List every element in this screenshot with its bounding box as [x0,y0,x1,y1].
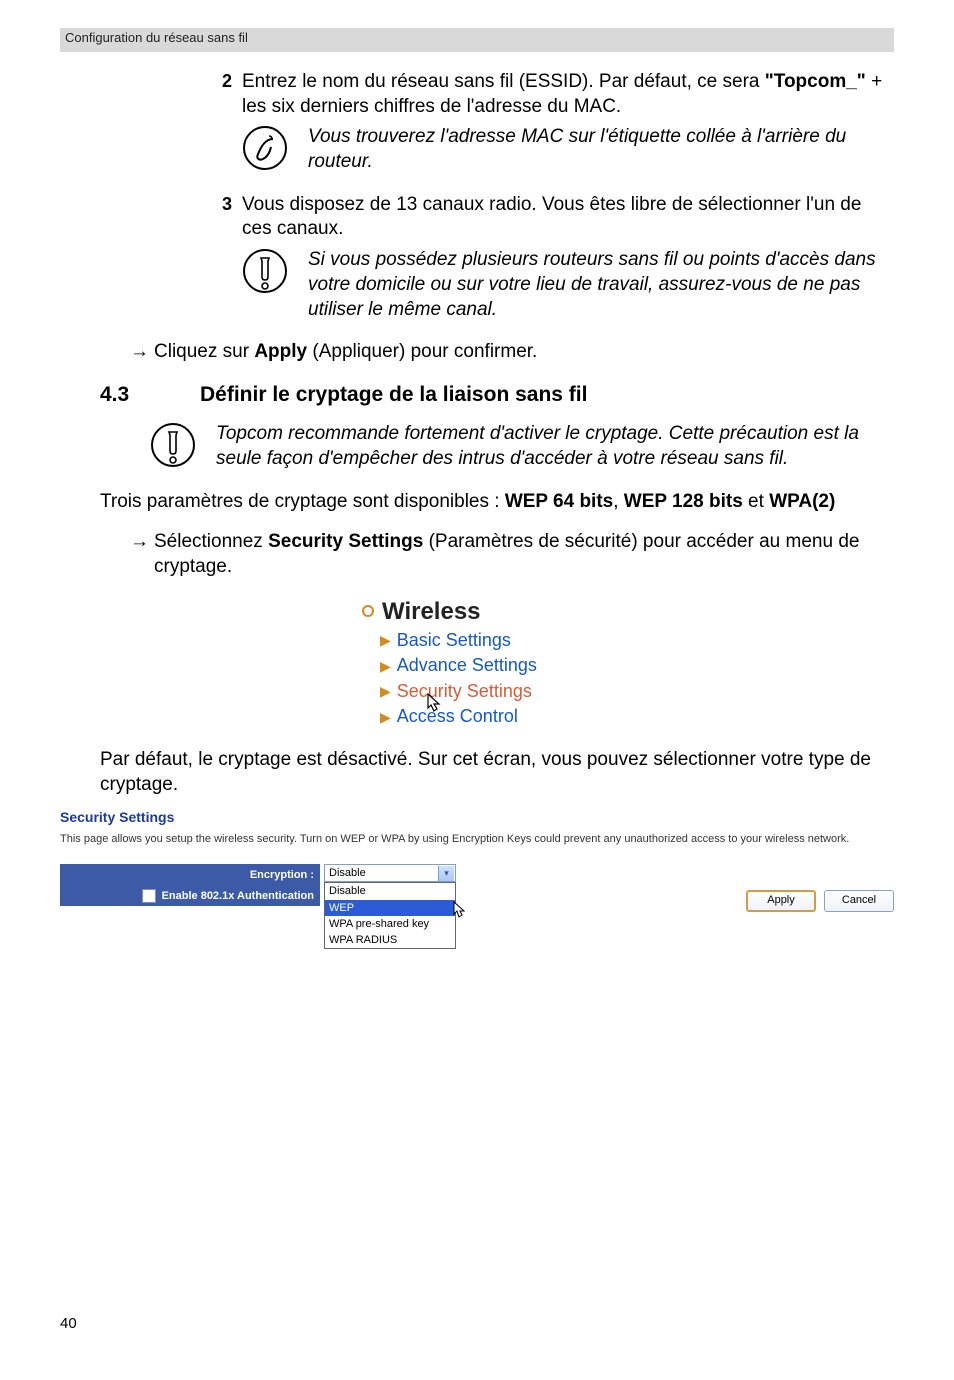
encryption-dropdown[interactable]: Disable WEP WPA pre-shared key WPA RADIU… [324,882,456,949]
triangle-icon: ▶ [380,682,391,700]
wireless-menu-item-label: Access Control [397,705,518,728]
select-instruction: → Sélectionnez Security Settings (Paramè… [130,530,894,579]
cipher-b1: WEP 64 bits [505,491,613,512]
wireless-menu-item-label: Basic Settings [397,629,511,652]
cipher-b3: WPA(2) [769,491,835,512]
auth-checkbox[interactable] [142,889,156,903]
wireless-menu-title: Wireless [382,596,481,627]
step-2-text: Entrez le nom du réseau sans fil (ESSID)… [242,70,894,119]
section-number: 4.3 [100,381,200,408]
wireless-menu-item-access[interactable]: ▶ Access Control [380,705,592,728]
security-settings-screenshot: Security Settings This page allows you s… [60,808,894,934]
wireless-menu-item-label: Advance Settings [397,654,537,677]
wireless-menu-item-basic[interactable]: ▶ Basic Settings [380,629,592,652]
apply-post: (Appliquer) pour confirmer. [307,341,537,362]
wireless-bullet-icon [362,605,374,617]
step-2: 2 Entrez le nom du réseau sans fil (ESSI… [212,70,894,119]
step-3-note: Si vous possédez plusieurs routeurs sans… [242,248,894,322]
note-icon [242,125,288,171]
triangle-icon: ▶ [380,631,391,649]
section-note: Topcom recommande fortement d'activer le… [150,422,894,471]
apply-bold: Apply [254,341,307,362]
encryption-option-disable[interactable]: Disable [325,883,455,899]
default-paragraph: Par défaut, le cryptage est désactivé. S… [100,748,894,797]
cursor-icon [452,900,468,928]
cancel-button[interactable]: Cancel [824,890,894,912]
cipher-b2: WEP 128 bits [624,491,743,512]
warning-icon [242,248,288,294]
page-header: Configuration du réseau sans fil [60,28,894,52]
triangle-icon: ▶ [380,657,391,675]
arrow-icon: → [130,340,148,365]
select-bold: Security Settings [268,531,423,552]
encryption-label: Encryption : [250,868,314,882]
encryption-option-wpa-psk[interactable]: WPA pre-shared key [325,916,455,932]
step-2-number: 2 [212,70,232,93]
step-3: 3 Vous disposez de 13 canaux radio. Vous… [212,193,894,242]
encryption-select[interactable]: Disable ▾ [324,864,456,882]
arrow-icon: → [130,530,148,555]
apply-pre: Cliquez sur [154,341,254,362]
wireless-menu-screenshot: Wireless ▶ Basic Settings ▶ Advance Sett… [362,596,592,729]
step-3-number: 3 [212,193,232,216]
apply-button[interactable]: Apply [746,890,816,912]
encryption-select-wrap: Disable ▾ Disable WEP WPA pre-shared key… [324,864,456,882]
step-2-text-a: Entrez le nom du réseau sans fil (ESSID)… [242,71,765,92]
chevron-down-icon[interactable]: ▾ [438,866,454,881]
encryption-select-value: Disable [329,867,366,879]
step-2-note-text: Vous trouverez l'adresse MAC sur l'étiqu… [308,125,894,174]
security-form-labels: Encryption : Enable 802.1x Authenticatio… [60,864,320,906]
apply-instruction-text: Cliquez sur Apply (Appliquer) pour confi… [154,340,894,365]
security-settings-form: Encryption : Enable 802.1x Authenticatio… [60,864,894,934]
section-note-text: Topcom recommande fortement d'activer le… [216,422,894,471]
select-pre: Sélectionnez [154,531,268,552]
step-3-text: Vous disposez de 13 canaux radio. Vous ê… [242,193,894,242]
page-number: 40 [60,1315,77,1332]
security-settings-desc: This page allows you setup the wireless … [60,832,894,846]
cursor-icon [426,692,444,720]
security-settings-title: Security Settings [60,808,894,826]
cipher-sep1: , [613,491,624,512]
encryption-option-wpa-radius[interactable]: WPA RADIUS [325,932,455,948]
auth-label: Enable 802.1x Authentication [162,889,314,903]
cipher-paragraph: Trois paramètres de cryptage sont dispon… [100,490,894,515]
wireless-menu-item--label: Security Settings [397,680,532,703]
wireless-menu-title-row: Wireless [362,596,592,627]
cipher-sep2: et [743,491,769,512]
wireless-menu-item-advance[interactable]: ▶ Advance Settings [380,654,592,677]
apply-instruction: → Cliquez sur Apply (Appliquer) pour con… [130,340,894,365]
select-instruction-text: Sélectionnez Security Settings (Paramètr… [154,530,894,579]
auth-row: Enable 802.1x Authentication [66,889,314,903]
triangle-icon: ▶ [380,708,391,726]
step-2-note: Vous trouverez l'adresse MAC sur l'étiqu… [242,125,894,174]
section-heading: 4.3 Définir le cryptage de la liaison sa… [60,381,894,408]
section-title: Définir le cryptage de la liaison sans f… [200,381,894,408]
warning-icon [150,422,196,468]
cipher-pre: Trois paramètres de cryptage sont dispon… [100,491,505,512]
encryption-option-wep[interactable]: WEP [325,900,455,916]
step-3-note-text: Si vous possédez plusieurs routeurs sans… [308,248,894,322]
security-buttons: Apply Cancel [746,890,894,912]
wireless-menu-item-security[interactable]: ▶ Security Settings [380,680,592,703]
encryption-label-row: Encryption : [66,868,314,882]
step-2-text-bold: "Topcom_" [765,71,866,92]
